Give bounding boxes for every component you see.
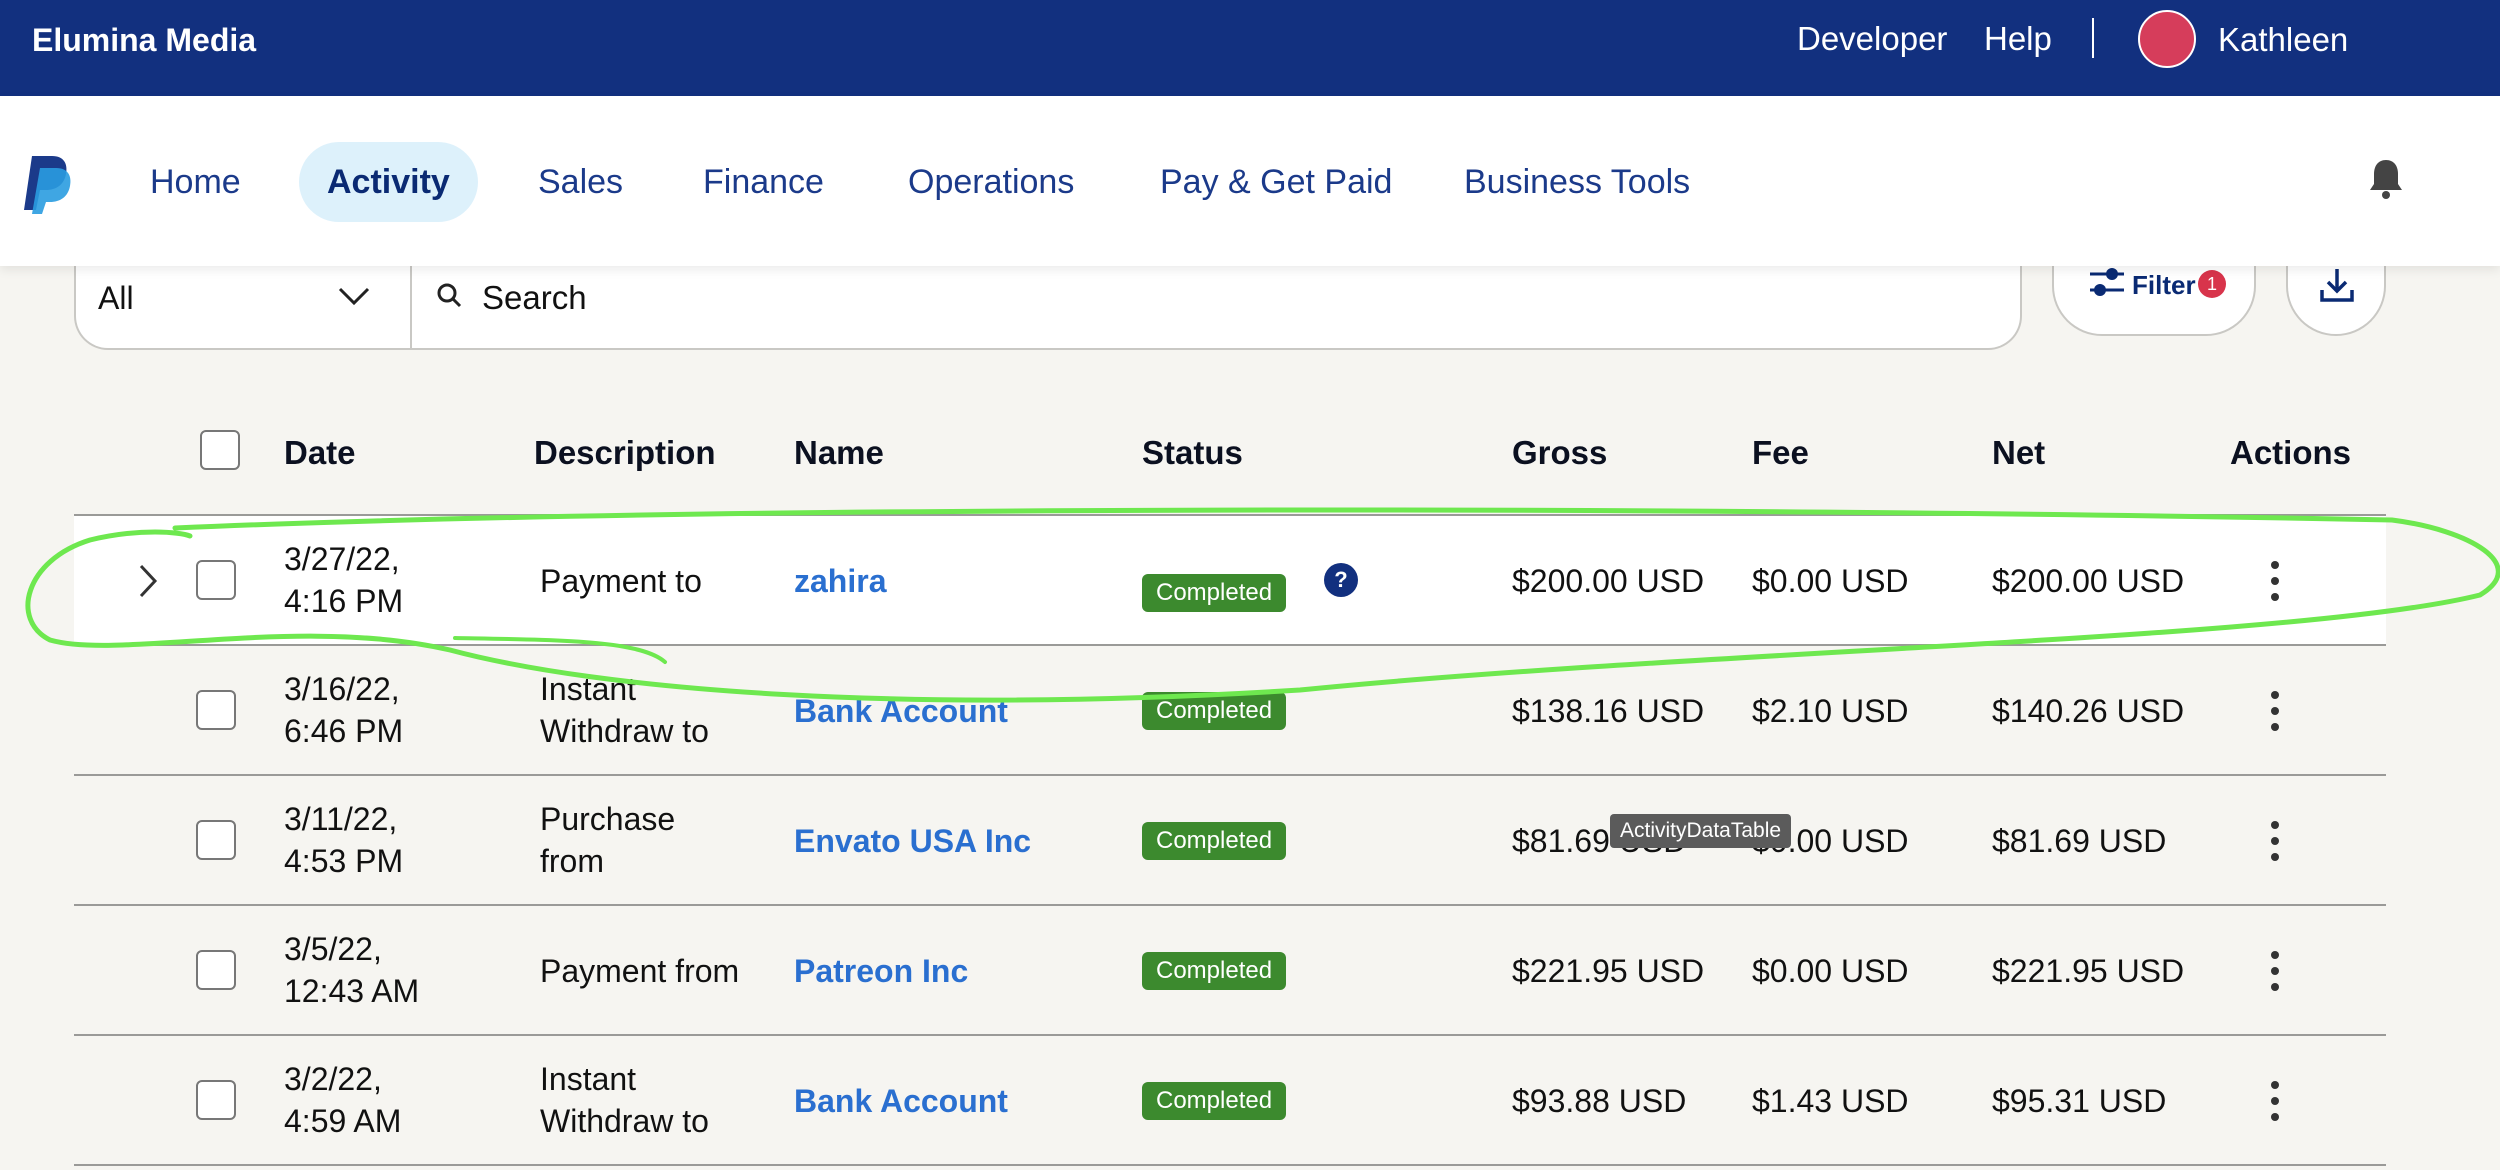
nav-operations[interactable]: Operations <box>880 142 1102 222</box>
main-nav: Home Activity Sales Finance Operations P… <box>0 96 2500 266</box>
row-description: Payment to <box>540 563 702 599</box>
status-badge: Completed <box>1142 574 1287 612</box>
row-date: 3/2/22, 4:59 AM <box>284 1061 402 1139</box>
nav-finance[interactable]: Finance <box>675 142 852 222</box>
row-fee: $0.00 USD <box>1752 953 1909 989</box>
type-select-value: All <box>98 280 134 316</box>
header-gross[interactable]: Gross <box>1512 434 1607 472</box>
row-date: 3/11/22, 4:53 PM <box>284 801 404 879</box>
filter-sliders-icon <box>2090 268 2124 296</box>
chevron-down-icon <box>338 287 370 306</box>
header-actions: Actions <box>2230 434 2352 471</box>
status-badge: Completed <box>1142 1082 1287 1120</box>
row-gross: $200.00 USD <box>1512 563 1705 599</box>
header-net[interactable]: Net <box>1992 434 2045 472</box>
more-actions-icon[interactable] <box>2260 686 2290 736</box>
table-row[interactable]: 3/11/22, 4:53 PM Purchase from Envato USA … <box>74 776 2386 906</box>
search-icon <box>437 283 462 308</box>
nav-pay-get-paid[interactable]: Pay & Get Paid <box>1132 142 1420 222</box>
row-checkbox[interactable] <box>196 820 236 860</box>
row-net: $81.69 USD <box>1992 823 2167 859</box>
row-gross: $93.88 USD <box>1512 1083 1687 1119</box>
header-date[interactable]: Date <box>284 434 356 472</box>
row-name-link[interactable]: Bank Account <box>794 1080 1008 1122</box>
activity-table: Date Description Name Status Gross Fee N… <box>74 400 2386 1166</box>
top-divider <box>2092 18 2094 58</box>
row-description: Purchase from <box>540 801 676 879</box>
nav-sales[interactable]: Sales <box>510 142 651 222</box>
status-badge: Completed <box>1142 952 1287 990</box>
top-bar: Elumina Media Developer Help Kathleen <box>0 0 2500 96</box>
row-checkbox[interactable] <box>196 950 236 990</box>
table-header: Date Description Name Status Gross Fee N… <box>74 400 2386 516</box>
status-badge: Completed <box>1142 692 1287 730</box>
row-net: $221.95 USD <box>1992 953 2185 989</box>
select-all-checkbox[interactable] <box>200 430 240 470</box>
row-fee: $0.00 USD <box>1752 563 1909 599</box>
row-checkbox[interactable] <box>196 560 236 600</box>
row-name-link[interactable]: Envato USA Inc <box>794 820 1031 862</box>
header-name[interactable]: Name <box>794 434 884 472</box>
header-description[interactable]: Description <box>534 434 716 472</box>
avatar[interactable] <box>2138 10 2196 68</box>
filter-count-badge: 1 <box>2198 270 2226 298</box>
status-badge: Completed <box>1142 822 1287 860</box>
row-description: Payment from <box>540 953 740 989</box>
row-date: 3/27/22, 4:16 PM <box>284 541 404 619</box>
row-description: Instant Withdraw to <box>540 671 709 749</box>
header-fee[interactable]: Fee <box>1752 434 1809 472</box>
brand-name: Elumina Media <box>32 22 257 58</box>
developer-link[interactable]: Developer <box>1797 20 1947 58</box>
table-row[interactable]: 3/16/22, 6:46 PM Instant Withdraw to Bank … <box>74 646 2386 776</box>
header-status[interactable]: Status <box>1142 434 1243 472</box>
filter-label: Filter <box>2132 270 2196 300</box>
user-name[interactable]: Kathleen <box>2218 21 2348 59</box>
table-row[interactable]: 3/5/22, 12:43 AM Payment from Patreon Inc… <box>74 906 2386 1036</box>
help-link[interactable]: Help <box>1984 20 2052 58</box>
row-net: $200.00 USD <box>1992 563 2185 599</box>
row-fee: $1.43 USD <box>1752 1083 1909 1119</box>
row-description: Instant Withdraw to <box>540 1061 709 1139</box>
more-actions-icon[interactable] <box>2260 946 2290 996</box>
more-actions-icon[interactable] <box>2260 1076 2290 1126</box>
row-name-link[interactable]: Bank Account <box>794 690 1008 732</box>
row-gross: $221.95 USD <box>1512 953 1705 989</box>
paypal-logo-icon[interactable] <box>22 154 74 214</box>
nav-business-tools[interactable]: Business Tools <box>1436 142 1718 222</box>
nav-activity[interactable]: Activity <box>299 142 478 222</box>
help-question-icon[interactable]: ? <box>1324 563 1358 597</box>
row-date: 3/5/22, 12:43 AM <box>284 931 420 1009</box>
row-name-link[interactable]: zahira <box>794 560 886 602</box>
notification-bell-icon[interactable] <box>2368 156 2404 200</box>
row-date: 3/16/22, 6:46 PM <box>284 671 404 749</box>
table-row[interactable]: 3/27/22, 4:16 PM Payment to zahira Comple… <box>74 516 2386 646</box>
table-row[interactable]: 3/2/22, 4:59 AM Instant Withdraw to Bank A… <box>74 1036 2386 1166</box>
search-input[interactable] <box>480 272 1984 324</box>
chevron-right-icon[interactable] <box>136 562 160 600</box>
tooltip: ActivityDataTable <box>1610 814 1792 848</box>
row-gross: $138.16 USD <box>1512 693 1705 729</box>
row-net: $95.31 USD <box>1992 1083 2167 1119</box>
more-actions-icon[interactable] <box>2260 556 2290 606</box>
row-fee: $2.10 USD <box>1752 693 1909 729</box>
row-name-link[interactable]: Patreon Inc <box>794 950 968 992</box>
row-checkbox[interactable] <box>196 1080 236 1120</box>
row-checkbox[interactable] <box>196 690 236 730</box>
nav-home[interactable]: Home <box>122 142 269 222</box>
row-net: $140.26 USD <box>1992 693 2185 729</box>
more-actions-icon[interactable] <box>2260 816 2290 866</box>
download-icon <box>2320 269 2354 302</box>
